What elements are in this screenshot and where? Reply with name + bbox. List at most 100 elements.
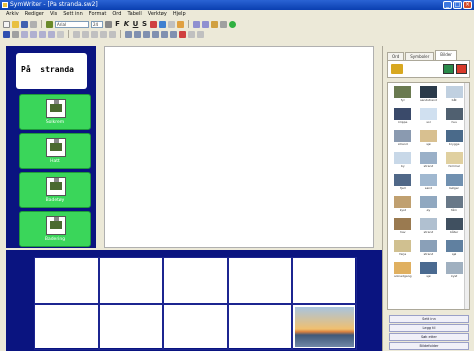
picture-thumbnail[interactable]: fjell <box>393 174 412 193</box>
picture-thumbnail[interactable]: klippe <box>393 108 412 127</box>
text-color-icon[interactable] <box>159 20 166 28</box>
grid-cell[interactable] <box>34 257 99 304</box>
view-icon[interactable] <box>443 64 454 74</box>
folder-icon[interactable] <box>391 64 403 74</box>
picture-thumbnail[interactable]: øy <box>419 196 438 215</box>
picture-folder-button[interactable]: Bildefolder <box>389 342 469 350</box>
symbol-cell-swim-ring[interactable]: Badering <box>19 211 91 247</box>
picture-thumbnail[interactable]: himmel <box>445 152 464 171</box>
grid-cell[interactable] <box>163 303 228 350</box>
layout-icon[interactable] <box>39 30 46 38</box>
close-folder-icon[interactable] <box>456 64 467 74</box>
symbol-cell-swimwear[interactable]: Badetøy <box>19 172 91 208</box>
ellipse-icon[interactable] <box>109 30 116 38</box>
grid-cell[interactable] <box>292 257 357 304</box>
menu-edit[interactable]: Rediger <box>25 10 44 19</box>
picture-thumbnail[interactable]: sjø <box>419 262 438 281</box>
maximize-button[interactable]: □ <box>453 1 462 9</box>
rect-icon[interactable] <box>100 30 107 38</box>
speak-icon[interactable] <box>177 20 184 28</box>
new-document-icon[interactable] <box>3 20 10 28</box>
picture-thumbnail[interactable]: hus <box>445 108 464 127</box>
table-icon[interactable] <box>48 30 55 38</box>
font-name-combo[interactable]: Arial <box>55 20 89 28</box>
zoom-icon[interactable] <box>220 20 227 28</box>
grid-cell[interactable] <box>163 257 228 304</box>
spell-icon[interactable] <box>211 20 218 28</box>
print-icon[interactable] <box>30 20 37 28</box>
menu-tools[interactable]: Verktøy <box>148 10 167 19</box>
title-bar[interactable]: SymWriter - [Pa stranda.sw2] _ □ × <box>0 0 474 10</box>
line-icon[interactable] <box>82 30 89 38</box>
image-icon[interactable] <box>57 30 64 38</box>
picture-thumbnail[interactable]: bølger <box>445 174 464 193</box>
minimize-button[interactable]: _ <box>443 1 452 9</box>
symbol-cell-hat[interactable]: Hatt <box>19 133 91 169</box>
title-cell[interactable]: På stranda <box>16 53 87 89</box>
picture-thumbnail[interactable]: sjø <box>445 240 464 259</box>
border-icon[interactable] <box>21 30 28 38</box>
bold-button[interactable]: F <box>114 20 121 28</box>
picture-thumbnail[interactable]: brygge <box>445 130 464 149</box>
color-picker-icon[interactable] <box>105 20 112 28</box>
menu-file[interactable]: Arkiv <box>6 10 19 19</box>
close-button[interactable]: × <box>463 1 472 9</box>
picture-thumbnail[interactable]: solnedgang <box>393 262 412 281</box>
strike-button[interactable]: S <box>141 20 148 28</box>
grid-cell[interactable] <box>227 303 293 350</box>
highlight-icon[interactable] <box>150 20 157 28</box>
picture-thumbnail[interactable]: ferje <box>393 240 412 259</box>
open-folder-icon[interactable] <box>12 20 19 28</box>
menu-table[interactable]: Tabell <box>127 10 141 19</box>
tab-words[interactable]: Ord <box>387 52 405 60</box>
picture-thumbnail[interactable]: båt <box>445 86 464 105</box>
picture-thumbnail[interactable]: sand <box>419 174 438 193</box>
menu-help[interactable]: Hjelp <box>173 10 186 19</box>
undo-icon[interactable] <box>193 20 200 28</box>
picture-thumbnail[interactable]: strand <box>419 240 438 259</box>
picture-thumbnail[interactable]: strand <box>419 152 438 171</box>
tab-pictures[interactable]: Bilder <box>435 50 457 60</box>
picture-thumbnail[interactable]: fyr <box>393 86 412 105</box>
align-icon[interactable] <box>168 20 175 28</box>
grid-cell[interactable] <box>227 257 293 304</box>
picture-thumbnail[interactable]: sjø <box>419 130 438 149</box>
spacing-icon[interactable] <box>197 30 204 38</box>
grid-cell[interactable] <box>98 257 164 304</box>
picture-thumbnail[interactable]: by <box>393 152 412 171</box>
picture-thumbnail[interactable]: sandstrand <box>419 86 438 105</box>
italic-button[interactable]: K <box>123 20 130 28</box>
picture-thumbnail[interactable]: kyst <box>445 262 464 281</box>
font-size-combo[interactable]: 24 <box>91 20 103 28</box>
thumbnail-scrollbar[interactable] <box>464 83 469 309</box>
bullets-icon[interactable] <box>179 30 186 38</box>
justify-icon[interactable] <box>152 30 159 38</box>
numbering-icon[interactable] <box>188 30 195 38</box>
picture-thumbnail[interactable]: sol <box>419 108 438 127</box>
green-go-icon[interactable] <box>229 20 236 28</box>
redo-icon[interactable] <box>202 20 209 28</box>
picture-thumbnail[interactable]: strand <box>419 218 438 237</box>
indent-icon[interactable] <box>161 30 168 38</box>
menu-word[interactable]: Ord <box>112 10 121 19</box>
insert-button[interactable]: Sett inn <box>389 315 469 323</box>
align-center-icon[interactable] <box>134 30 141 38</box>
tab-symbols[interactable]: Symboler <box>405 52 435 60</box>
save-icon[interactable] <box>21 20 28 28</box>
symbol-cell-sunscreen[interactable]: Solkrem <box>19 94 91 130</box>
fill-icon[interactable] <box>30 30 37 38</box>
add-button[interactable]: Legg til <box>389 324 469 332</box>
grid-cell[interactable] <box>98 303 164 350</box>
arrow-icon[interactable] <box>91 30 98 38</box>
shape-icon[interactable] <box>73 30 80 38</box>
picture-thumbnail[interactable]: tårn <box>445 196 464 215</box>
align-left-icon[interactable] <box>125 30 132 38</box>
menu-insert[interactable]: Sett inn <box>63 10 83 19</box>
search-button[interactable]: Søk etter <box>389 333 469 341</box>
underline-button[interactable]: U <box>132 20 139 28</box>
align-right-icon[interactable] <box>143 30 150 38</box>
grid-icon[interactable] <box>3 30 10 38</box>
menu-format[interactable]: Format <box>89 10 107 19</box>
picture-thumbnail[interactable]: kyst <box>393 196 412 215</box>
outdent-icon[interactable] <box>170 30 177 38</box>
